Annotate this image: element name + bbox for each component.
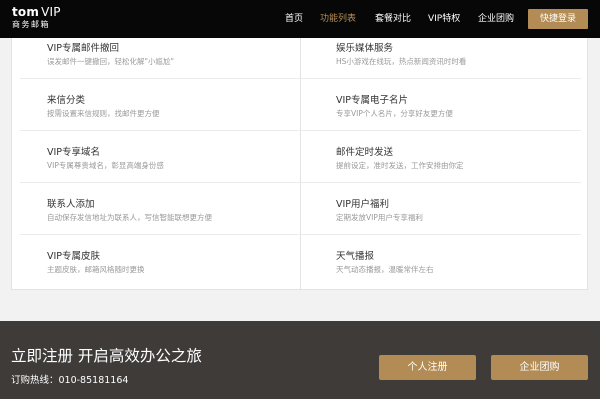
feature-item[interactable]: 天气播报 天气动态播报，温暖常伴左右	[336, 250, 434, 275]
feature-desc: 提前设定，准时发送，工作安排由你定	[336, 161, 464, 170]
logo-text: tom VIP	[12, 5, 61, 19]
feature-item[interactable]: 娱乐媒体服务 HS小游戏在线玩，热点新闻资讯时时看	[336, 42, 466, 67]
row-divider	[20, 234, 581, 235]
nav-enterprise-purchase[interactable]: 企业团购	[478, 0, 514, 38]
feature-title: 娱乐媒体服务	[336, 43, 394, 54]
feature-item[interactable]: VIP用户福利 定期发放VIP用户专享福利	[336, 198, 423, 223]
feature-title: 邮件定时发送	[336, 147, 394, 158]
tom-vip-logo[interactable]: tom VIP 商务邮箱	[12, 5, 61, 30]
feature-desc: 自动保存发信地址为联系人，写信智能联想更方便	[47, 213, 212, 222]
feature-item[interactable]: 邮件定时发送 提前设定，准时发送，工作安排由你定	[336, 146, 464, 171]
feature-desc: 天气动态播报，温暖常伴左右	[336, 265, 434, 274]
feature-item[interactable]: VIP专属皮肤 主题皮肤，邮箱风格随时更换	[47, 250, 145, 275]
feature-desc: 误发邮件一键撤回，轻松化解"小尴尬"	[47, 57, 174, 66]
order-hotline: 订购热线：010-85181164	[11, 375, 129, 386]
nav-home[interactable]: 首页	[285, 0, 303, 38]
feature-desc: 主题皮肤，邮箱风格随时更换	[47, 265, 145, 274]
nav-feature-list[interactable]: 功能列表	[320, 0, 356, 38]
register-footer: 立即注册 开启高效办公之旅 订购热线：010-85181164 个人注册 企业团…	[0, 321, 600, 399]
row-divider	[20, 78, 581, 79]
personal-register-button[interactable]: 个人注册	[379, 355, 476, 380]
feature-desc: VIP专属尊贵域名，彰显高端身份感	[47, 161, 164, 170]
feature-item[interactable]: VIP专属电子名片 专享VIP个人名片，分享好友更方便	[336, 94, 453, 119]
column-divider	[300, 38, 301, 289]
feature-title: 来信分类	[47, 95, 86, 106]
feature-title: VIP用户福利	[336, 199, 390, 210]
feature-title: VIP专属皮肤	[47, 251, 101, 262]
feature-title: 天气播报	[336, 251, 375, 262]
row-divider	[20, 130, 581, 131]
feature-list-panel: VIP专属邮件撤回 误发邮件一键撤回，轻松化解"小尴尬" 娱乐媒体服务 HS小游…	[11, 38, 588, 290]
feature-desc: 定期发放VIP用户专享福利	[336, 213, 423, 222]
feature-item[interactable]: 联系人添加 自动保存发信地址为联系人，写信智能联想更方便	[47, 198, 212, 223]
feature-title: 联系人添加	[47, 199, 95, 210]
feature-title: VIP专享域名	[47, 147, 101, 158]
feature-desc: 按需设置来信规则，找邮件更方便	[47, 109, 160, 118]
quick-login-button[interactable]: 快捷登录	[528, 9, 588, 29]
enterprise-purchase-button[interactable]: 企业团购	[491, 355, 588, 380]
feature-title: VIP专属电子名片	[336, 95, 409, 106]
row-divider	[20, 182, 581, 183]
feature-item[interactable]: VIP专属邮件撤回 误发邮件一键撤回，轻松化解"小尴尬"	[47, 42, 174, 67]
feature-item[interactable]: 来信分类 按需设置来信规则，找邮件更方便	[47, 94, 160, 119]
logo-subtitle: 商务邮箱	[12, 20, 50, 29]
nav-vip-privileges[interactable]: VIP特权	[428, 0, 460, 38]
feature-desc: HS小游戏在线玩，热点新闻资讯时时看	[336, 57, 467, 66]
nav-plan-compare[interactable]: 套餐对比	[375, 0, 411, 38]
feature-desc: 专享VIP个人名片，分享好友更方便	[336, 109, 453, 118]
feature-item[interactable]: VIP专享域名 VIP专属尊贵域名，彰显高端身份感	[47, 146, 164, 171]
feature-title: VIP专属邮件撤回	[47, 43, 120, 54]
footer-slogan: 立即注册 开启高效办公之旅	[11, 347, 202, 365]
top-navbar: tom VIP 商务邮箱 首页 功能列表 套餐对比 VIP特权 企业团购 快捷登录	[0, 0, 600, 38]
